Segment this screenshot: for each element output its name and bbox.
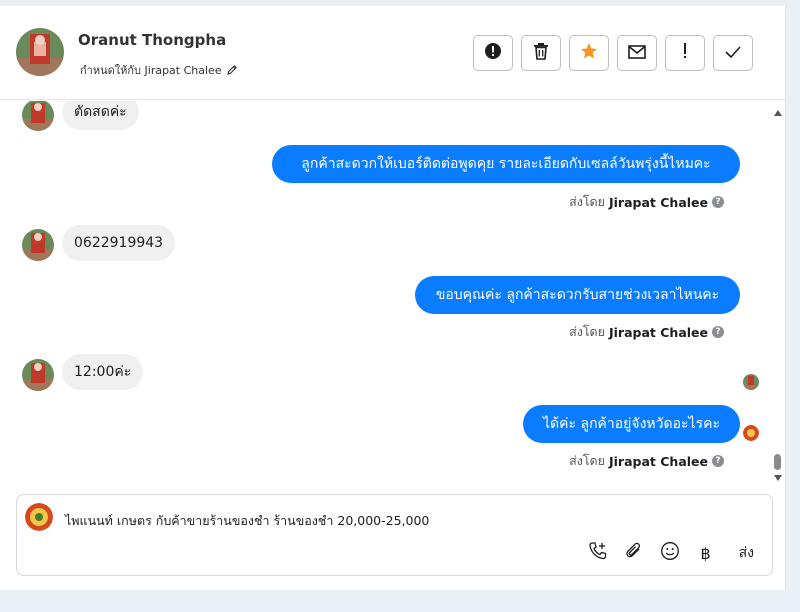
mark-done-button[interactable] [713,35,753,71]
customer-avatar-small [22,359,54,391]
help-icon[interactable]: ? [712,326,724,338]
sent-by-prefix: ส่งโดย [569,194,605,209]
assignment-label[interactable]: กำหนดให้กับ Jirapat Chalee [80,61,238,79]
emoji-button[interactable] [659,542,681,564]
customer-name: Oranut Thongpha [78,31,227,49]
star-button[interactable] [569,35,609,71]
seen-avatar [743,374,759,390]
check-icon [725,44,741,63]
pencil-icon[interactable] [226,64,238,76]
sent-by-label: ส่งโดย Jirapat Chalee ? [569,451,724,471]
exclamation-icon [682,43,688,63]
customer-avatar-small [22,229,54,261]
incoming-message: 12:00ค่ะ [62,354,144,390]
sent-by-agent: Jirapat Chalee [609,194,708,210]
message-list: ตัดสดค่ะ ลูกค้าสะดวกให้เบอร์ติดต่อพูดคุย… [0,101,770,486]
outgoing-message: ขอบคุณค่ะ ลูกค้าสะดวกรับสายช่วงเวลาไหนคะ [415,276,740,314]
incoming-message: ตัดสดค่ะ [62,101,139,130]
smiley-icon [660,541,680,565]
paperclip-icon [624,541,644,565]
sent-by-prefix: ส่งโดย [569,453,605,468]
outgoing-message: ลูกค้าสะดวกให้เบอร์ติดต่อพูดคุย รายละเอี… [272,145,740,183]
sent-by-label: ส่งโดย Jirapat Chalee ? [569,322,724,342]
scroll-thumb[interactable] [774,454,781,470]
scroll-up-arrow-icon[interactable] [774,110,782,116]
delete-button[interactable] [521,35,561,71]
payment-button[interactable]: ฿ [695,542,717,564]
help-icon[interactable]: ? [712,196,724,208]
scroll-down-arrow-icon[interactable] [774,475,782,481]
attach-button[interactable] [623,542,645,564]
message-scrollbar[interactable] [772,102,784,487]
sent-by-prefix: ส่งโดย [569,324,605,339]
chat-panel: Oranut Thongpha กำหนดให้กับ Jirapat Chal… [0,6,786,590]
phone-plus-icon [588,541,608,565]
agent-avatar [25,503,53,531]
assigned-to-text: กำหนดให้กับ Jirapat Chalee [80,64,222,77]
sent-by-agent: Jirapat Chalee [609,324,708,340]
agent-seen-avatar [743,425,759,441]
baht-icon: ฿ [700,543,711,563]
outgoing-message: ได้ค่ะ ลูกค้าอยู่จังหวัดอะไรคะ [523,405,740,443]
customer-avatar-small [22,101,54,131]
mail-icon [628,44,646,63]
follow-up-button[interactable] [665,35,705,71]
conversation-toolbar [473,35,753,71]
composer-tools: ฿ ส่ง [587,541,754,565]
message-composer[interactable]: ไพแนนท์ เกษตร กับค้าขายร้านของชำ ร้านของ… [16,494,773,576]
message-input[interactable]: ไพแนนท์ เกษตร กับค้าขายร้านของชำ ร้านของ… [65,511,429,531]
add-call-button[interactable] [587,542,609,564]
incoming-message: 0622919943 [62,225,176,261]
send-button[interactable]: ส่ง [739,542,754,564]
spam-button[interactable] [473,35,513,71]
customer-avatar [16,28,64,76]
alert-circle-icon [484,42,502,64]
sent-by-agent: Jirapat Chalee [609,453,708,469]
mark-unread-button[interactable] [617,35,657,71]
chat-header: Oranut Thongpha กำหนดให้กับ Jirapat Chal… [0,6,786,100]
star-icon [580,42,598,64]
help-icon[interactable]: ? [712,455,724,467]
sent-by-label: ส่งโดย Jirapat Chalee ? [569,192,724,212]
trash-icon [533,42,549,64]
